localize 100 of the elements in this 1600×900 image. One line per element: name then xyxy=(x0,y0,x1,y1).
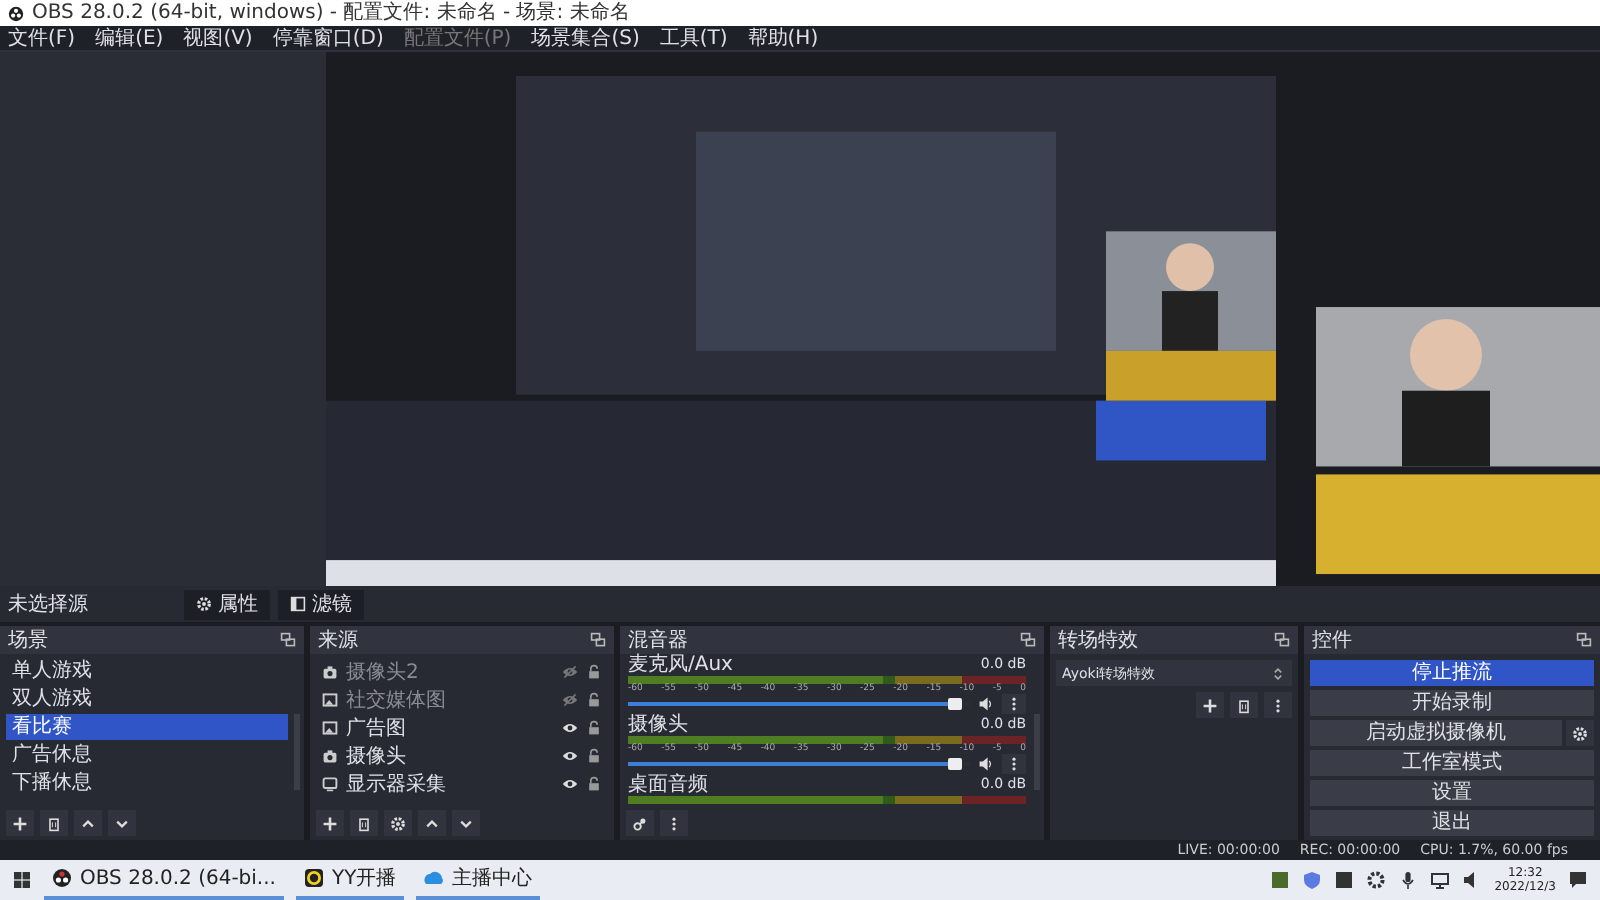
dock-title: 控件 xyxy=(1312,628,1352,654)
lock-icon[interactable] xyxy=(586,663,602,679)
move-down-button[interactable] xyxy=(452,810,480,836)
add-button[interactable] xyxy=(6,810,34,836)
more-button[interactable] xyxy=(1264,692,1292,718)
menu-item[interactable]: 文件(F) xyxy=(8,25,76,51)
shield-icon[interactable] xyxy=(1302,870,1323,890)
eye-icon[interactable] xyxy=(562,719,578,735)
trash-icon xyxy=(356,815,372,831)
image-icon xyxy=(322,719,338,735)
plus-icon xyxy=(1202,697,1218,713)
control-button[interactable]: 设置 xyxy=(1310,780,1594,806)
microphone-icon[interactable] xyxy=(1398,870,1419,890)
chevron-up-icon xyxy=(424,815,440,831)
source-name[interactable]: 广告图 xyxy=(346,713,554,741)
network-icon[interactable] xyxy=(1430,870,1451,890)
scene-item[interactable]: 下播休息 xyxy=(6,770,288,796)
eye-hidden-icon[interactable] xyxy=(562,691,578,707)
undock-icon[interactable] xyxy=(590,632,606,648)
notification-icon[interactable] xyxy=(1568,870,1588,890)
menu-item[interactable]: 工具(T) xyxy=(659,25,728,51)
source-name[interactable]: 摄像头2 xyxy=(346,657,554,685)
window-title: OBS 28.0.2 (64-bit, windows) - 配置文件: 未命名 - 场景: 未命名 xyxy=(32,0,630,26)
scene-item[interactable]: 双人游戏 xyxy=(6,686,288,712)
move-down-button[interactable] xyxy=(108,810,136,836)
control-button[interactable]: 开始录制 xyxy=(1310,690,1594,716)
more-button[interactable] xyxy=(1002,754,1026,774)
delete-button[interactable] xyxy=(1230,692,1258,718)
dock-title: 场景 xyxy=(8,627,48,654)
lock-icon[interactable] xyxy=(586,747,602,763)
gear-icon xyxy=(1572,725,1588,741)
lock-icon[interactable] xyxy=(586,775,602,791)
settings-button[interactable] xyxy=(1566,720,1594,746)
undock-icon[interactable] xyxy=(1020,632,1036,648)
scene-item[interactable]: 单人游戏 xyxy=(6,658,288,684)
camera-icon xyxy=(322,747,338,763)
chevron-down-icon xyxy=(114,815,130,831)
menu-item[interactable]: 编辑(E) xyxy=(95,25,164,51)
chevron-down-icon xyxy=(458,815,474,831)
undock-icon[interactable] xyxy=(1576,632,1592,648)
spin-arrows-icon xyxy=(1270,665,1286,681)
scene-item[interactable]: 广告休息 xyxy=(6,742,288,768)
trash-icon xyxy=(1236,697,1252,713)
filter-icon xyxy=(290,596,306,612)
channel-name: 桌面音频 xyxy=(628,774,708,796)
ring-icon xyxy=(303,868,324,888)
add-button[interactable] xyxy=(1196,692,1224,718)
delete-button[interactable] xyxy=(40,810,68,836)
source-name[interactable]: 社交媒体图 xyxy=(346,685,554,713)
taskbar-app[interactable]: OBS 28.0.2 (64-bi... xyxy=(44,860,284,900)
menu-item[interactable]: 帮助(H) xyxy=(747,25,819,51)
plus-icon xyxy=(322,815,338,831)
filters-button[interactable]: 滤镜 xyxy=(278,589,364,619)
dock-title: 混音器 xyxy=(628,627,688,653)
more-button[interactable] xyxy=(1002,694,1026,714)
taskbar-app[interactable]: 主播中心 xyxy=(416,860,541,900)
lock-icon[interactable] xyxy=(586,719,602,735)
add-button[interactable] xyxy=(316,810,344,836)
control-button[interactable]: 工作室模式 xyxy=(1310,750,1594,776)
control-button[interactable]: 退出 xyxy=(1310,810,1594,836)
eye-hidden-icon[interactable] xyxy=(562,663,578,679)
move-up-button[interactable] xyxy=(74,810,102,836)
trash-icon xyxy=(46,815,62,831)
camera-icon xyxy=(322,663,338,679)
tray-icon[interactable] xyxy=(1334,870,1355,890)
gear-icon[interactable] xyxy=(1366,870,1387,890)
eye-icon[interactable] xyxy=(562,775,578,791)
control-button[interactable]: 启动虚拟摄像机 xyxy=(1310,720,1562,746)
chevron-up-icon xyxy=(80,815,96,831)
cloud-icon xyxy=(424,868,445,888)
no-source-label: 未选择源 xyxy=(8,591,90,618)
more-button[interactable] xyxy=(660,810,688,836)
speaker-icon[interactable] xyxy=(978,756,994,772)
source-name[interactable]: 摄像头 xyxy=(346,741,554,769)
undock-icon[interactable] xyxy=(280,632,296,648)
tray-icon[interactable] xyxy=(1270,870,1291,890)
start-icon[interactable] xyxy=(12,870,32,890)
settings-button[interactable] xyxy=(384,810,412,836)
source-name[interactable]: 显示器采集 xyxy=(346,769,554,797)
menu-item[interactable]: 停靠窗口(D) xyxy=(272,25,384,51)
lock-icon[interactable] xyxy=(586,691,602,707)
taskbar-app[interactable]: YY开播 xyxy=(295,860,405,900)
undock-icon[interactable] xyxy=(1274,632,1290,648)
channel-name: 摄像头 xyxy=(628,714,688,736)
delete-button[interactable] xyxy=(350,810,378,836)
move-up-button[interactable] xyxy=(418,810,446,836)
link-button[interactable] xyxy=(626,810,654,836)
control-button[interactable]: 停止推流 xyxy=(1310,660,1594,686)
scene-item[interactable]: 看比赛 xyxy=(6,714,288,740)
eye-icon[interactable] xyxy=(562,747,578,763)
dock-title: 转场特效 xyxy=(1058,627,1138,654)
monitor-icon xyxy=(322,775,338,791)
properties-button[interactable]: 属性 xyxy=(184,589,270,619)
menu-item[interactable]: 视图(V) xyxy=(183,25,253,51)
menu-item[interactable]: 场景集合(S) xyxy=(531,25,640,51)
gear-icon xyxy=(196,596,212,612)
speaker-icon[interactable] xyxy=(978,696,994,712)
channel-name: 麦克风/Aux xyxy=(628,654,733,676)
link-icon xyxy=(632,815,648,831)
dock-title: 来源 xyxy=(318,627,358,654)
